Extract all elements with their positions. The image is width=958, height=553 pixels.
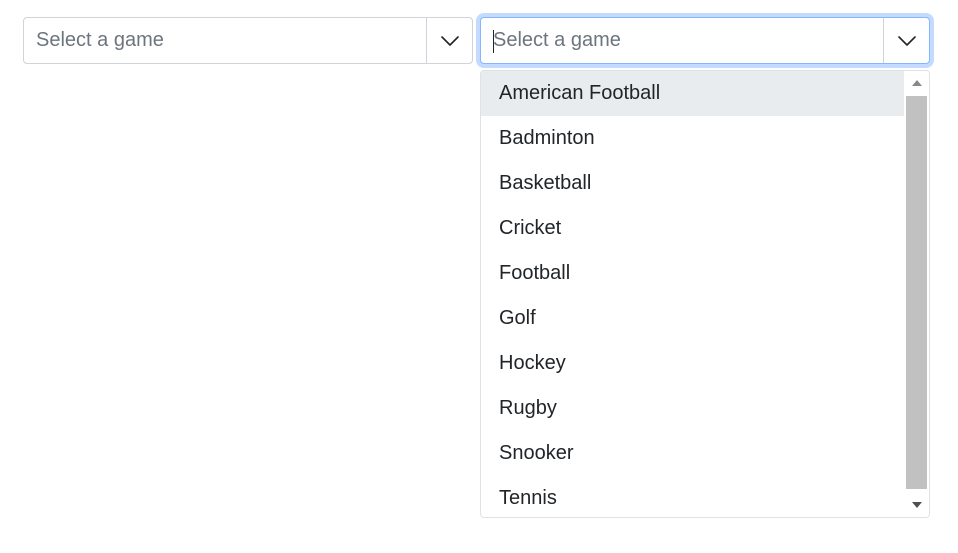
- game-option[interactable]: Golf: [481, 296, 904, 341]
- scroll-down-arrow-icon: [911, 502, 922, 508]
- game-option[interactable]: Basketball: [481, 161, 904, 206]
- game-option[interactable]: Tennis: [481, 476, 904, 517]
- scroll-thumb[interactable]: [906, 96, 927, 489]
- game-dropdown-popup: American Football Badminton Basketball Cric…: [480, 70, 930, 518]
- game-search-input-1[interactable]: [24, 18, 426, 63]
- game-option[interactable]: Snooker: [481, 431, 904, 476]
- game-option-list: American Football Badminton Basketball Cric…: [481, 71, 904, 517]
- dropdown-scrollbar[interactable]: [904, 71, 929, 517]
- game-option[interactable]: Cricket: [481, 206, 904, 251]
- game-option[interactable]: Badminton: [481, 116, 904, 161]
- text-caret: [493, 30, 494, 53]
- dropdown-toggle-button-2[interactable]: [883, 18, 929, 63]
- chevron-down-icon: [897, 35, 916, 46]
- scroll-up-button[interactable]: [904, 71, 929, 95]
- dropdown-toggle-button-1[interactable]: [426, 18, 472, 63]
- game-search-input-2[interactable]: [481, 18, 883, 63]
- game-option[interactable]: American Football: [481, 71, 904, 116]
- game-option[interactable]: Football: [481, 251, 904, 296]
- game-combobox-2[interactable]: [480, 17, 930, 64]
- game-option[interactable]: Rugby: [481, 386, 904, 431]
- game-combobox-1-field: [24, 18, 426, 63]
- game-combobox-1[interactable]: [23, 17, 473, 64]
- chevron-down-icon: [440, 35, 459, 46]
- game-option[interactable]: Hockey: [481, 341, 904, 386]
- scroll-down-button[interactable]: [904, 493, 929, 517]
- scroll-up-arrow-icon: [911, 80, 922, 86]
- game-combobox-2-field: [481, 18, 883, 63]
